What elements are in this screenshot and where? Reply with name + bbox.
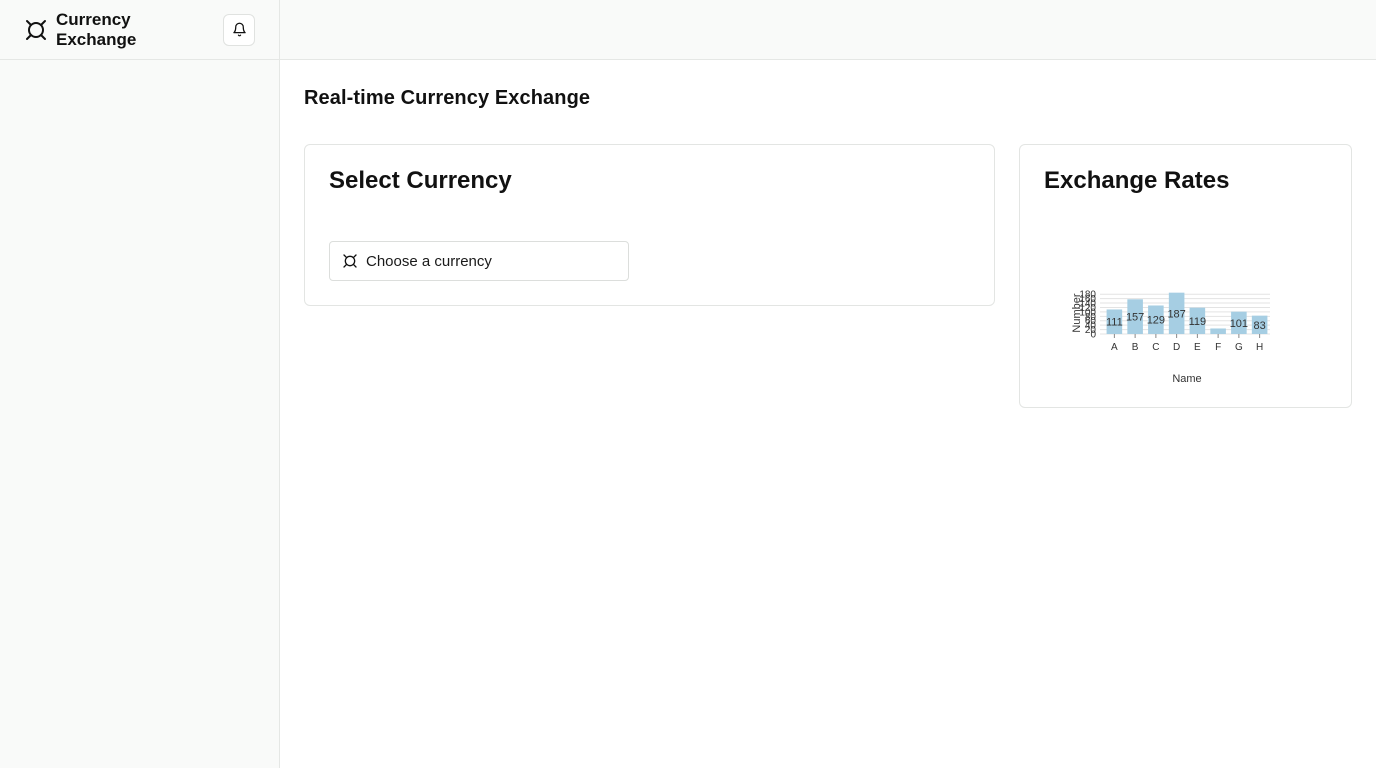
top-header — [280, 0, 1376, 60]
bar-value-label: 119 — [1189, 316, 1207, 328]
bar-value-label: 129 — [1147, 315, 1165, 327]
y-axis-title: Number — [1071, 293, 1083, 332]
exchange-rates-title: Exchange Rates — [1044, 167, 1230, 194]
x-tick-label: B — [1132, 342, 1139, 353]
bar — [1210, 328, 1226, 334]
bar-value-label: 111 — [1106, 317, 1123, 329]
bar-value-label: 157 — [1126, 312, 1144, 324]
bar-value-label: 83 — [1254, 320, 1266, 332]
x-axis-title: Name — [1172, 373, 1201, 385]
x-tick-label: E — [1194, 342, 1201, 353]
main-content: Real-time Currency Exchange Select Curre… — [280, 60, 1376, 768]
sidebar: Currency Exchange — [0, 0, 280, 768]
currency-select-placeholder: Choose a currency — [366, 252, 492, 270]
x-tick-label: C — [1152, 342, 1159, 353]
currency-icon — [24, 18, 48, 42]
x-tick-label: D — [1173, 342, 1180, 353]
x-tick-label: F — [1215, 342, 1221, 353]
notifications-button[interactable] — [223, 13, 255, 46]
exchange-rates-chart: 111 157 129 187 119 101 83 0 20 40 60 80 100 120 140 1… — [1048, 280, 1288, 390]
x-tick-label: A — [1111, 342, 1118, 353]
x-tick-label: G — [1235, 342, 1243, 353]
select-currency-title: Select Currency — [329, 167, 512, 194]
select-currency-card: Select Currency Choose a currency — [304, 144, 995, 306]
bar-chart: 111 157 129187119 101 83 0204060801001201401… — [1071, 290, 1270, 385]
page-title: Real-time Currency Exchange — [304, 87, 591, 109]
brand-title: Currency Exchange — [56, 9, 137, 49]
app: Currency Exchange Real-time Currency Exc… — [0, 0, 1376, 768]
x-tick-label: H — [1256, 342, 1263, 353]
brand-bar: Currency Exchange — [0, 0, 279, 60]
bar-value-label: 101 — [1230, 318, 1248, 330]
exchange-rates-card: Exchange Rates 111 157 129 187 119 101 83 0 20 4… — [1019, 144, 1352, 408]
currency-icon — [342, 253, 358, 269]
bell-icon — [232, 22, 247, 37]
currency-select[interactable]: Choose a currency — [329, 241, 629, 281]
bar-value-label: 187 — [1167, 308, 1185, 320]
